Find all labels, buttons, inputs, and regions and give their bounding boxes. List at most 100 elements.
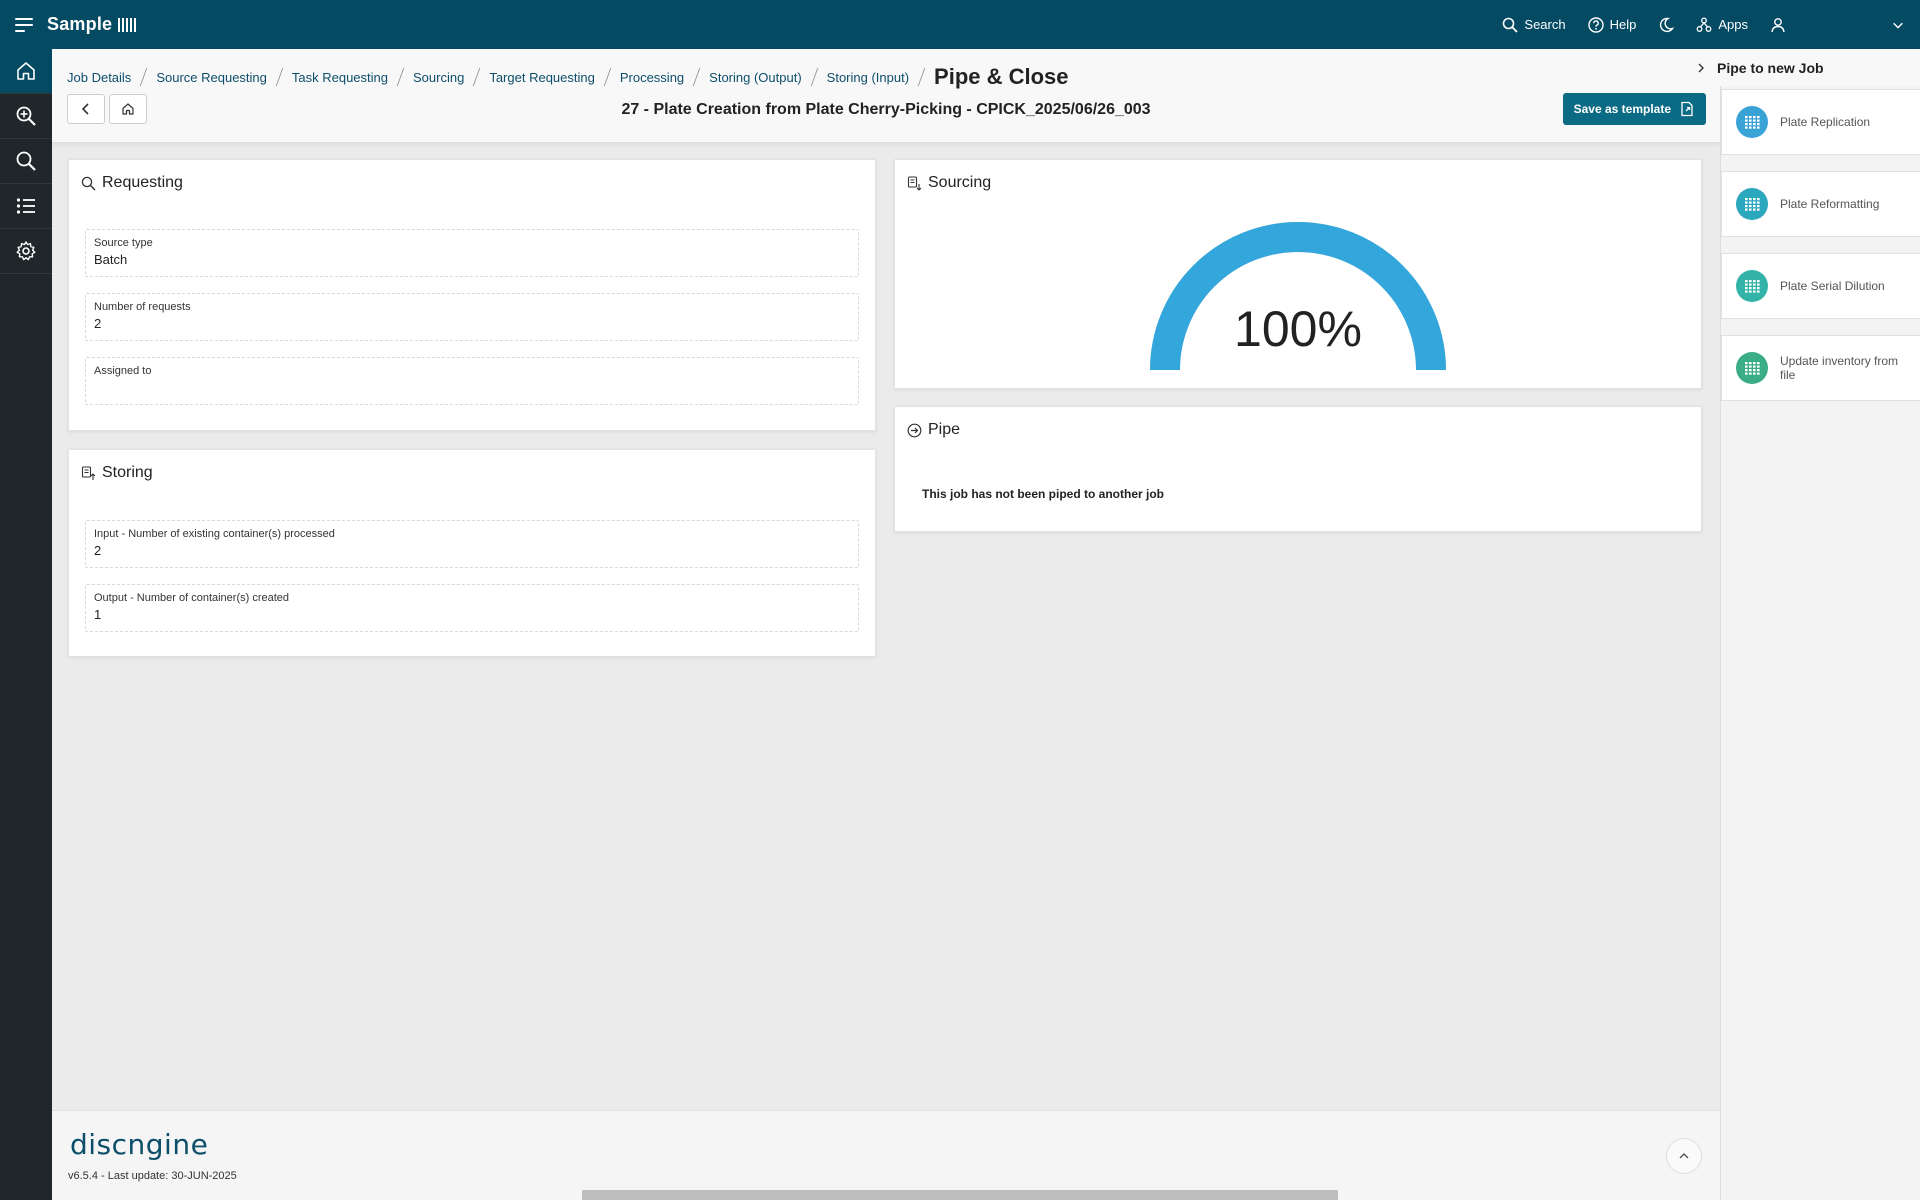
field-value: 1 [94,607,102,622]
gear-icon [16,241,36,261]
sourcing-card: Sourcing 100% [894,159,1702,389]
version-info: v6.5.4 - Last update: 30-JUN-2025 [68,1170,237,1182]
grid-icon [1736,188,1768,220]
chevron-right-icon [1698,63,1704,72]
main-content: Job Details Source Requesting Task Reque… [52,49,1720,1110]
apps-button[interactable]: Apps [1696,17,1748,33]
crumb-job-details[interactable]: Job Details [67,70,131,85]
field-value: 2 [94,543,102,558]
crumb-storing-output[interactable]: Storing (Output) [709,70,802,85]
app-brand[interactable]: Sample [47,14,137,35]
zoom-in-icon [16,106,36,126]
home-icon [17,62,35,80]
arrow-circle-right-icon [907,423,922,437]
pipe-title-text: Pipe [928,421,961,438]
crumb-separator [140,68,148,86]
sidebar-item-settings[interactable] [0,229,52,274]
pipe-option-label: Plate Replication [1780,114,1871,129]
save-as-template-button[interactable]: Save as template [1562,93,1706,125]
pipe-to-new-job-panel: Pipe to new Job Plate Replication Plate … [1683,49,1920,1200]
storing-title-text: Storing [102,464,153,481]
moon-icon [1660,17,1675,32]
user-icon [1771,17,1785,32]
storage-upload-icon [81,465,96,480]
output-containers-field: Output - Number of container(s) created … [85,584,859,632]
help-icon [1587,16,1604,33]
sourcing-title-text: Sourcing [928,174,992,191]
crumb-storing-input[interactable]: Storing (Input) [827,70,909,85]
menu-icon[interactable] [15,17,33,32]
pipe-panel-title: Pipe to new Job [1717,59,1824,76]
field-label: Source type [94,237,153,249]
field-value: Batch [94,252,128,267]
sidebar-item-home[interactable] [0,49,52,94]
page-header: Job Details Source Requesting Task Reque… [52,49,1720,143]
assigned-to-field: Assigned to [85,357,859,405]
apps-label: Apps [1718,17,1748,32]
crumb-separator [692,68,701,86]
breadcrumb: Job Details Source Requesting Task Reque… [67,64,1069,90]
sourcing-title: Sourcing [907,174,991,192]
field-label: Number of requests [94,301,191,313]
crumb-separator [275,68,284,86]
apps-icon [1696,17,1712,32]
input-containers-field: Input - Number of existing container(s) … [85,520,859,568]
progress-percentage: 100% [1234,301,1362,357]
pipe-card: Pipe This job has not been piped to anot… [894,406,1702,532]
field-label: Assigned to [94,365,152,377]
requesting-card: Requesting Source type Batch Number of r… [68,159,876,431]
pipe-option-label: Plate Serial Dilution [1780,278,1885,293]
field-label: Input - Number of existing container(s) … [94,528,335,540]
pipe-title: Pipe [907,421,960,439]
grid-icon [1736,352,1768,384]
chevron-down-icon [1893,22,1903,29]
crumb-separator [917,68,926,86]
pipe-option-label: Update inventory from file [1780,353,1899,382]
file-export-icon [1681,101,1693,117]
crumb-task-requesting[interactable]: Task Requesting [292,70,388,85]
help-button[interactable]: Help [1587,16,1637,33]
job-title: 27 - Plate Creation from Plate Cherry-Pi… [621,101,1151,118]
sidebar-item-list[interactable] [0,184,52,229]
search-button[interactable]: Search [1502,17,1566,33]
dark-mode-toggle[interactable] [1658,17,1675,33]
top-bar: Sample Search Help Apps [0,0,1920,49]
list-icon [16,198,35,214]
source-type-field: Source type Batch [85,229,859,277]
app-name: Sample [47,14,113,34]
pipe-panel-toggle[interactable]: Pipe to new Job [1683,49,1920,86]
crumb-separator [396,68,405,86]
pipe-option-update-inventory[interactable]: Update inventory from file [1721,335,1920,401]
sidebar-item-explore[interactable] [0,94,52,139]
requesting-title: Requesting [81,174,183,192]
pipe-status-message: This job has not been piped to another j… [922,487,1164,501]
horizontal-scrollbar[interactable] [582,1190,1338,1200]
search-icon [1503,17,1519,33]
crumb-processing[interactable]: Processing [620,70,684,85]
user-menu[interactable] [1770,17,1905,33]
requesting-title-text: Requesting [102,174,183,191]
search-icon [16,151,36,171]
crumb-sourcing[interactable]: Sourcing [413,70,464,85]
storage-download-icon [907,175,922,191]
search-icon [81,176,96,191]
chevron-up-icon [1679,1153,1689,1159]
help-label: Help [1609,17,1637,32]
barcode-icon [118,17,137,32]
crumb-target-requesting[interactable]: Target Requesting [489,70,595,85]
crumb-separator [603,68,612,86]
pipe-option-plate-reformatting[interactable]: Plate Reformatting [1721,171,1920,237]
discngine-logo: discngine [70,1128,209,1161]
search-label: Search [1524,17,1566,32]
sidebar-item-search[interactable] [0,139,52,184]
grid-icon [1736,270,1768,302]
field-label: Output - Number of container(s) created [94,592,290,604]
pipe-option-plate-serial-dilution[interactable]: Plate Serial Dilution [1721,253,1920,319]
pipe-option-plate-replication[interactable]: Plate Replication [1721,89,1920,155]
crumb-separator [810,68,818,86]
crumb-source-requesting[interactable]: Source Requesting [156,70,267,85]
left-sidebar [0,49,52,1200]
scroll-to-top-button[interactable] [1666,1138,1702,1174]
footer: discngine v6.5.4 - Last update: 30-JUN-2… [52,1110,1720,1200]
field-value: 2 [94,316,102,331]
